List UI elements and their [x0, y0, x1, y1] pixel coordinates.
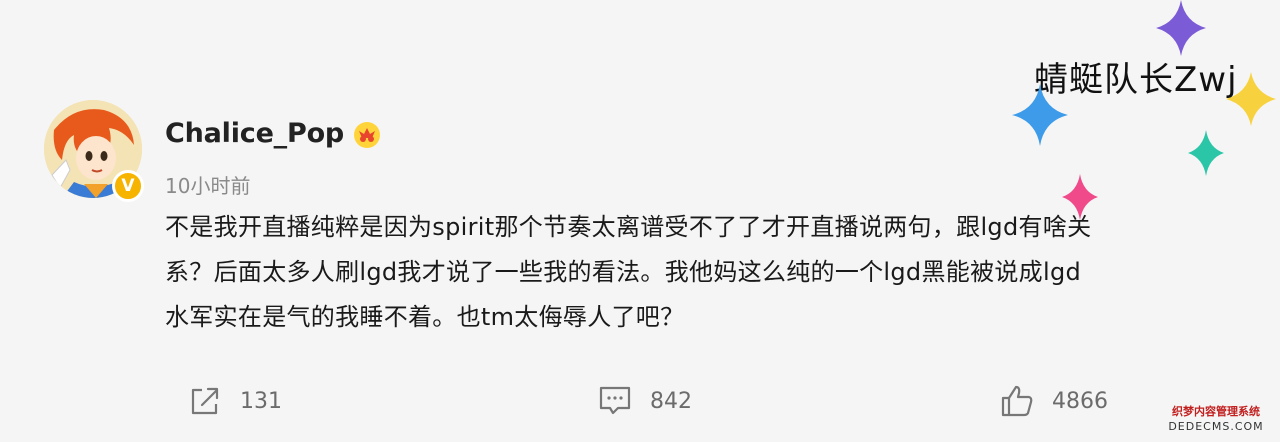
like-count: 4866 — [1052, 388, 1108, 414]
comment-timestamp: 10小时前 — [165, 174, 251, 198]
comment-body: 不是我开直播纯粹是因为spirit那个节奏太离谱受不了了才开直播说两句，跟lgd… — [165, 205, 1225, 340]
comment-button[interactable]: 842 — [598, 384, 692, 418]
crown-badge-icon — [352, 119, 382, 149]
share-button[interactable]: 131 — [188, 384, 282, 418]
avatar-wrapper[interactable]: V — [44, 100, 144, 202]
corner-logo: 织梦内容管理系统 DEDECMS.COM — [1158, 404, 1274, 438]
comment-count: 842 — [650, 388, 692, 414]
v-badge-icon: V — [112, 170, 144, 202]
thumbs-up-icon — [1001, 385, 1033, 417]
share-icon — [191, 387, 219, 415]
comment-line: 系？后面太多人刷lgd我才说了一些我的看法。我他妈这么纯的一个lgd黑能被说成l… — [165, 258, 1082, 286]
sparkle-purple-icon — [1156, 0, 1206, 56]
sparkle-pink-icon — [1062, 174, 1098, 220]
corner-logo-line2: DEDECMS.COM — [1168, 420, 1264, 433]
sparkle-teal-icon — [1188, 130, 1224, 176]
like-button[interactable]: 4866 — [1000, 384, 1108, 418]
comment-line: 水军实在是气的我睡不着。也tm太侮辱人了吧？ — [165, 303, 685, 331]
username[interactable]: Chalice_Pop — [165, 118, 344, 149]
comment-icon — [599, 386, 631, 415]
sparkle-blue-icon — [1012, 84, 1068, 146]
corner-logo-line1: 织梦内容管理系统 — [1172, 405, 1260, 418]
action-bar: 131 842 4866 — [0, 384, 1280, 424]
share-count: 131 — [240, 388, 282, 414]
sparkle-yellow-icon — [1226, 72, 1276, 126]
username-row: Chalice_Pop — [165, 118, 382, 149]
